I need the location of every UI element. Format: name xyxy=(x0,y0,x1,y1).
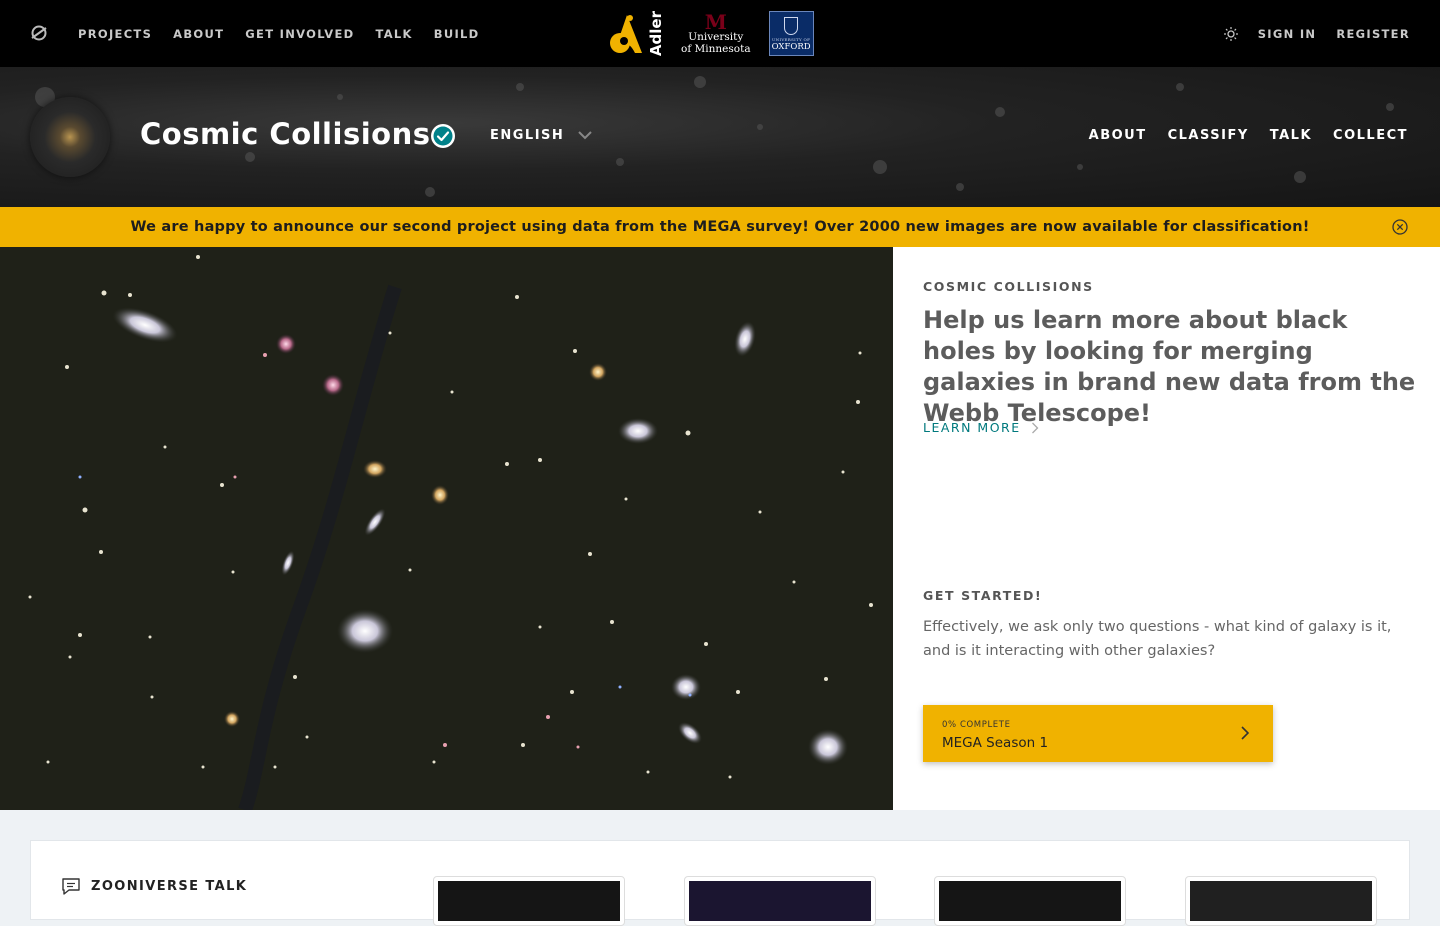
learn-more-label: LEARN MORE xyxy=(923,420,1021,435)
talk-thumbnail-image xyxy=(939,881,1121,921)
talk-thumbnail[interactable] xyxy=(684,876,876,926)
adler-wordmark: Adler xyxy=(647,10,665,57)
umn-logo[interactable]: M University of Minnesota xyxy=(681,9,751,55)
verified-check-icon xyxy=(431,124,455,148)
talk-section: ZOONIVERSE TALK xyxy=(30,840,1410,926)
get-started-title: GET STARTED! xyxy=(923,588,1043,603)
get-started-text: Effectively, we ask only two questions -… xyxy=(923,619,1392,659)
workflow-button-mega-season-1[interactable]: 0% COMPLETE MEGA Season 1 xyxy=(923,705,1273,762)
register-link[interactable]: REGISTER xyxy=(1336,27,1410,41)
umn-line-2: of Minnesota xyxy=(681,42,751,55)
oxford-crest-icon xyxy=(784,17,799,35)
sun-icon[interactable] xyxy=(1223,26,1238,41)
account-nav: SIGN IN REGISTER xyxy=(1223,0,1410,67)
project-nav-classify[interactable]: CLASSIFY xyxy=(1168,128,1249,143)
talk-thumbnail[interactable] xyxy=(1185,876,1377,926)
workflow-progress: 0% COMPLETE xyxy=(942,720,1011,730)
project-header: Cosmic Collisions ENGLISH ABOUT CLASSIFY… xyxy=(0,67,1440,207)
nav-projects[interactable]: PROJECTS xyxy=(78,27,152,41)
project-nav-about[interactable]: ABOUT xyxy=(1089,128,1147,143)
close-circle-icon[interactable] xyxy=(1392,219,1408,235)
adler-logo[interactable]: Adler xyxy=(608,10,665,57)
sign-in-link[interactable]: SIGN IN xyxy=(1258,27,1317,41)
chevron-down-icon xyxy=(578,131,593,140)
partner-logos: Adler M University of Minnesota UNIVERSI… xyxy=(608,10,814,57)
project-nav: ABOUT CLASSIFY TALK COLLECT xyxy=(1089,128,1408,143)
zooniverse-logo-icon[interactable] xyxy=(30,24,48,42)
project-background-image xyxy=(0,247,893,810)
announcement-text: We are happy to announce our second proj… xyxy=(130,219,1310,235)
talk-heading: ZOONIVERSE TALK xyxy=(61,877,247,895)
talk-thumbnail-image xyxy=(438,881,620,921)
project-avatar[interactable] xyxy=(30,97,110,177)
intro-kicker: COSMIC COLLISIONS xyxy=(923,279,1094,294)
speech-bubble-icon xyxy=(62,878,80,895)
chevron-right-icon xyxy=(1237,725,1253,741)
workflow-name: MEGA Season 1 xyxy=(942,735,1049,751)
announcement-banner: We are happy to announce our second proj… xyxy=(0,207,1440,247)
project-nav-collect[interactable]: COLLECT xyxy=(1333,128,1408,143)
site-header: PROJECTS ABOUT GET INVOLVED TALK BUILD A… xyxy=(0,0,1440,67)
language-label: ENGLISH xyxy=(490,128,565,143)
nav-about[interactable]: ABOUT xyxy=(173,27,224,41)
oxford-big-text: OXFORD xyxy=(771,42,811,52)
chevron-right-icon xyxy=(1031,422,1039,433)
umn-line-1: University xyxy=(688,30,744,43)
nav-build[interactable]: BUILD xyxy=(434,27,480,41)
project-intro: COSMIC COLLISIONS Help us learn more abo… xyxy=(893,247,1440,810)
talk-thumbnail[interactable] xyxy=(934,876,1126,926)
nav-get-involved[interactable]: GET INVOLVED xyxy=(245,27,354,41)
talk-thumbnail-image xyxy=(1190,881,1372,921)
learn-more-link[interactable]: LEARN MORE xyxy=(923,420,1039,435)
site-nav: PROJECTS ABOUT GET INVOLVED TALK BUILD xyxy=(78,0,480,67)
talk-thumbnail-image xyxy=(689,881,871,921)
adler-mark-icon xyxy=(610,14,642,53)
intro-description: Help us learn more about black holes by … xyxy=(923,306,1416,427)
nav-talk[interactable]: TALK xyxy=(375,27,412,41)
talk-thumbnail[interactable] xyxy=(433,876,625,926)
umn-m-icon: M xyxy=(704,9,727,34)
talk-label: ZOONIVERSE TALK xyxy=(91,878,248,894)
project-nav-talk[interactable]: TALK xyxy=(1270,128,1312,143)
project-title[interactable]: Cosmic Collisions xyxy=(140,117,430,151)
oxford-logo[interactable]: UNIVERSITY OF OXFORD xyxy=(768,11,814,56)
language-selector[interactable]: ENGLISH xyxy=(490,128,593,143)
